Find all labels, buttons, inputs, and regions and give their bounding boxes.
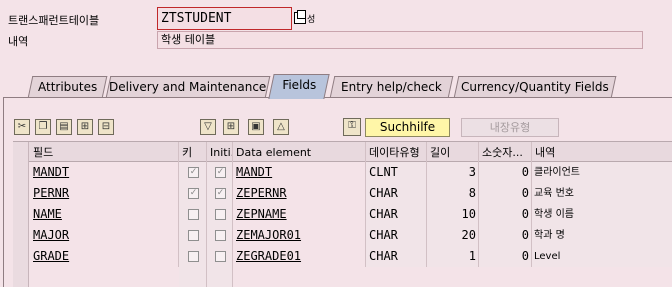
length-value: 20 [427,225,479,246]
table-header: 필드 키 Initi... Data element 데이타유형 길이 소숫자.… [13,141,672,163]
table-row: NAME ZEPNAME CHAR 10 0 학생 이름 [13,204,672,225]
initial-checkbox[interactable]: ✓ [215,167,226,178]
length-value: 1 [427,246,479,267]
decimals-value: 0 [479,204,532,225]
field-name[interactable]: NAME [30,204,179,225]
initial-checkbox[interactable] [215,251,226,262]
copy-icon[interactable]: ❐ [35,119,51,135]
col-description[interactable]: 내역 [532,142,672,163]
tab-fields[interactable]: Fields [268,74,330,99]
field-name[interactable]: MAJOR [30,225,179,246]
length-value: 10 [427,204,479,225]
table-label: 트랜스패런트테이블 [8,14,100,27]
initial-checkbox[interactable] [215,209,226,220]
row-selector[interactable] [13,183,29,204]
col-key[interactable]: 키 [179,142,207,163]
length-value: 3 [427,162,479,183]
decimals-value: 0 [479,225,532,246]
tab-strip: Attributes Delivery and Maintenance Fiel… [0,74,672,99]
table-row: GRADE ZEGRADE01 CHAR 1 0 Level [13,246,672,267]
search-help-button[interactable]: Suchhilfe [365,118,450,137]
tab-delivery-maintenance[interactable]: Delivery and Maintenance [105,76,271,98]
field-name[interactable]: MANDT [30,162,179,183]
table-row: MAJOR ZEMAJOR01 CHAR 20 0 학과 명 [13,225,672,246]
tab-entry-help-check[interactable]: Entry help/check [329,76,454,98]
data-element[interactable]: ZEGRADE01 [233,246,366,267]
key-checkbox[interactable] [188,230,199,241]
decimals-value: 0 [479,246,532,267]
key-checkbox[interactable] [188,251,199,262]
row-selector[interactable] [13,267,29,287]
description-label: 내역 [8,35,29,48]
key-checkbox[interactable]: ✓ [188,188,199,199]
col-data-type[interactable]: 데이타유형 [366,142,427,163]
col-decimals[interactable]: 소숫자... [479,142,532,163]
data-type: CLNT [366,162,427,183]
data-element[interactable]: ZEPNAME [233,204,366,225]
col-field[interactable]: 필드 [30,142,179,163]
initial-checkbox[interactable] [215,230,226,241]
field-description: 학과 명 [532,225,672,246]
row-selector[interactable] [13,246,29,267]
decimals-value: 0 [479,162,532,183]
row-selector[interactable] [13,225,29,246]
length-value: 8 [427,183,479,204]
col-data-element[interactable]: Data element [233,142,366,163]
data-type: CHAR [366,204,427,225]
row-selector[interactable] [13,162,29,183]
insert-row-icon[interactable]: ⊞ [77,119,93,135]
table-row: PERNR ✓ ✓ ZEPERNR CHAR 8 0 교육 번호 [13,183,672,204]
data-element[interactable]: ZEMAJOR01 [233,225,366,246]
select-all-cell[interactable] [13,142,29,163]
tab-attributes[interactable]: Attributes [27,76,108,98]
col-initial[interactable]: Initi... [207,142,233,163]
key-icon[interactable]: ⚿ [343,118,361,136]
find-icon[interactable]: ▣ [248,119,264,135]
field-name[interactable]: PERNR [30,183,179,204]
copy-object-icon[interactable] [294,10,306,24]
status-suffix: 성 [307,15,316,25]
data-type: CHAR [366,225,427,246]
data-type: CHAR [366,246,427,267]
key-checkbox[interactable]: ✓ [188,167,199,178]
paste-icon[interactable]: ▤ [56,119,72,135]
data-type: CHAR [366,183,427,204]
initial-checkbox[interactable]: ✓ [215,188,226,199]
table-row: MANDT ✓ ✓ MANDT CLNT 3 0 클라이언트 [13,162,672,183]
new-rows-icon[interactable]: ⊞ [223,119,239,135]
field-description: 학생 이름 [532,204,672,225]
description-field[interactable]: 학생 테이블 [157,31,643,49]
builtin-type-button[interactable]: 내장유형 [461,118,559,137]
decimals-value: 0 [479,183,532,204]
data-element[interactable]: ZEPERNR [233,183,366,204]
sort-up-icon[interactable]: △ [273,119,289,135]
filter-icon[interactable]: ▽ [200,119,216,135]
field-name[interactable]: GRADE [30,246,179,267]
row-selector[interactable] [13,204,29,225]
field-description: Level [532,246,672,267]
delete-row-icon[interactable]: ⊟ [98,119,114,135]
table-row-empty [13,267,672,287]
field-description: 클라이언트 [532,162,672,183]
cut-icon[interactable]: ✂ [14,119,30,135]
tab-currency-quantity-fields[interactable]: Currency/Quantity Fields [453,76,617,98]
field-description: 교육 번호 [532,183,672,204]
col-length[interactable]: 길이 [427,142,479,163]
data-element[interactable]: MANDT [233,162,366,183]
table-name-field[interactable]: ZTSTUDENT [157,7,292,30]
key-checkbox[interactable] [188,209,199,220]
